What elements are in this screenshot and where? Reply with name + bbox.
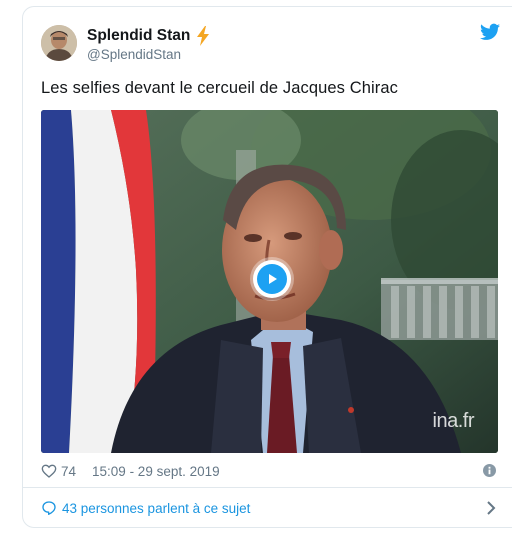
chevron-right-icon (487, 501, 496, 515)
comment-icon (42, 501, 56, 515)
lightning-icon (197, 26, 210, 46)
conversation-label: 43 personnes parlent à ce sujet (62, 500, 251, 516)
user-handle[interactable]: @SplendidStan (87, 47, 181, 62)
tweet-meta: 74 15:09 - 29 sept. 2019 (41, 461, 220, 481)
tweet-text: Les selfies devant le cercueil de Jacque… (41, 79, 398, 97)
tweet-card[interactable]: Splendid Stan @SplendidStan Les selfies … (22, 6, 512, 528)
avatar[interactable] (41, 25, 77, 61)
display-name-label: Splendid Stan (87, 27, 191, 44)
timestamp[interactable]: 15:09 - 29 sept. 2019 (92, 464, 220, 479)
ina-watermark: ina.fr (432, 410, 475, 432)
like-count[interactable]: 74 (61, 464, 76, 479)
video-player[interactable]: ina.fr (41, 110, 498, 453)
info-icon[interactable] (483, 464, 496, 477)
play-icon (269, 274, 277, 284)
twitter-bird-icon[interactable] (480, 23, 500, 41)
display-name[interactable]: Splendid Stan (87, 26, 211, 46)
heart-icon[interactable] (41, 463, 57, 479)
conversation-link[interactable]: 43 personnes parlent à ce sujet (23, 488, 512, 528)
play-button[interactable] (253, 260, 291, 298)
